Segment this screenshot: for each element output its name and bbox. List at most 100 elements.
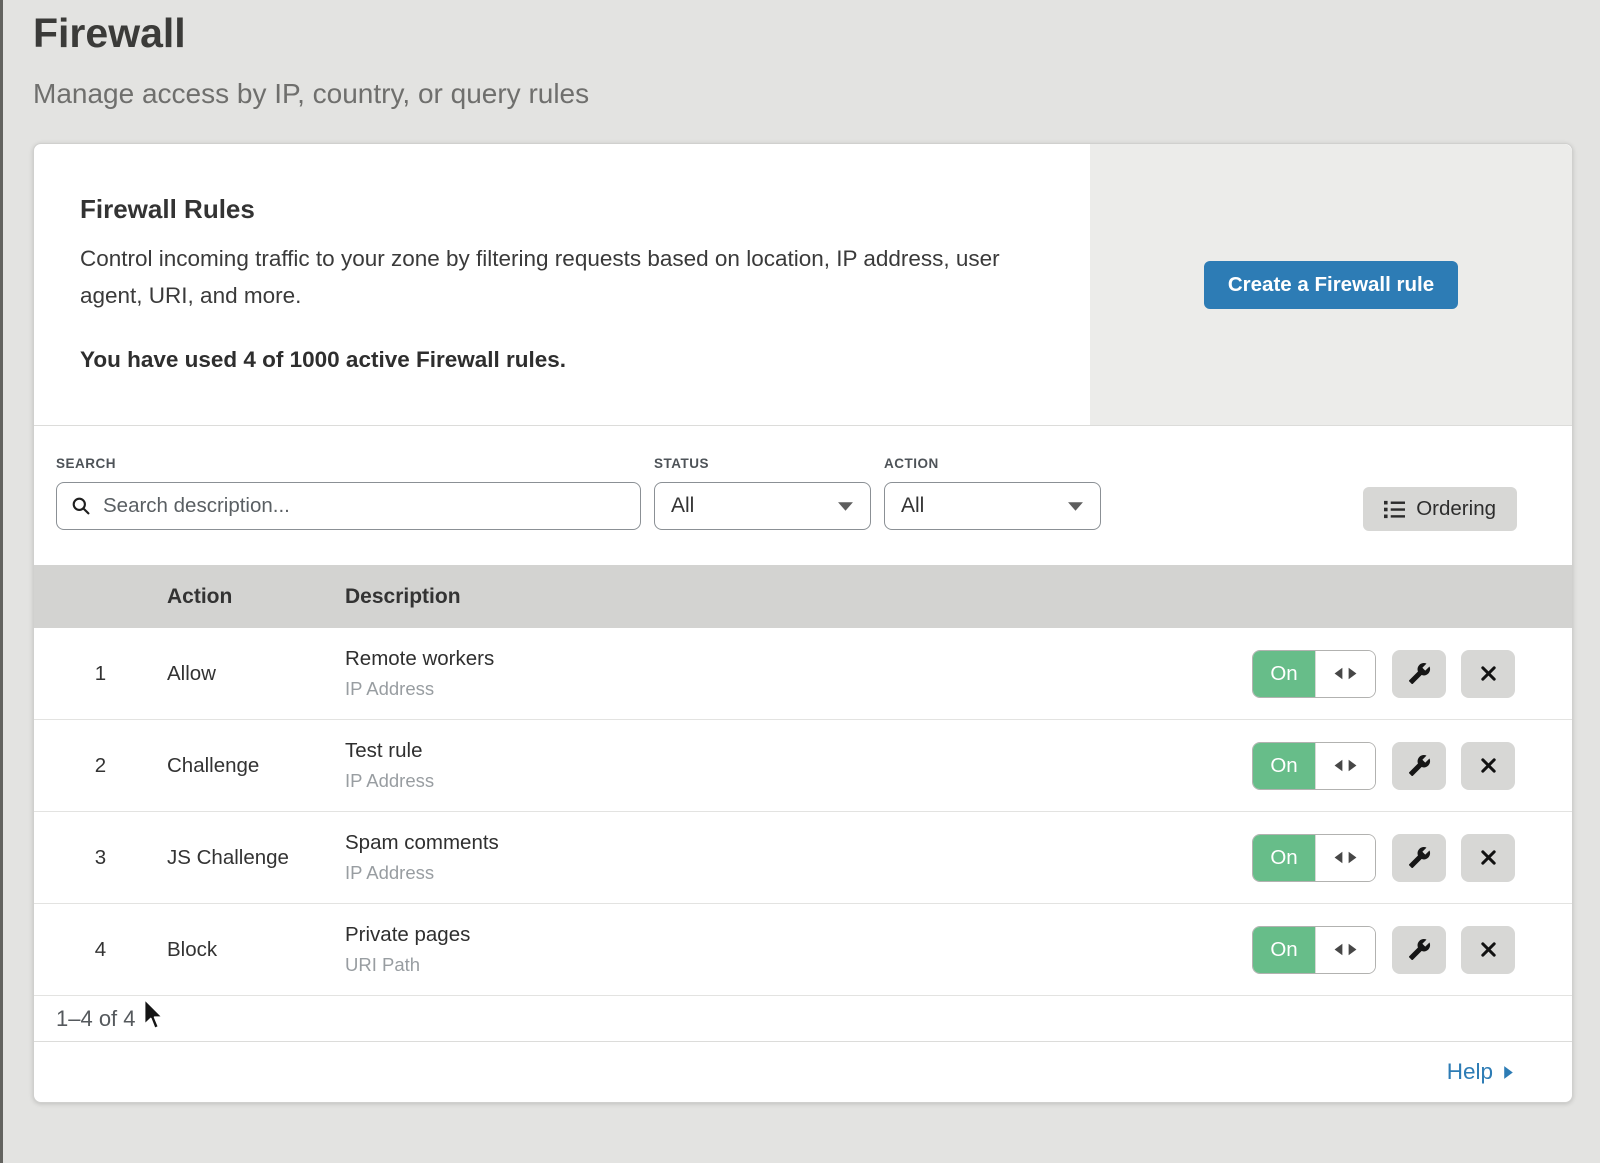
rules-summary-section: Firewall Rules Control incoming traffic … (34, 144, 1572, 426)
delete-rule-button[interactable] (1461, 742, 1515, 790)
close-icon (1478, 663, 1499, 684)
chevron-down-icon (1067, 501, 1084, 512)
action-column-header: Action (167, 585, 345, 609)
action-filter-group: ACTION All (884, 456, 1101, 530)
left-right-arrows-icon (1333, 666, 1358, 681)
rule-action: JS Challenge (167, 846, 345, 870)
rule-action: Challenge (167, 754, 345, 778)
arrow-right-icon (1503, 1065, 1514, 1080)
table-row: 1 Allow Remote workers IP Address On (34, 628, 1572, 720)
rule-action: Allow (167, 662, 345, 686)
rule-enabled-toggle[interactable]: On (1252, 742, 1376, 790)
rule-controls: On (1252, 650, 1572, 698)
rules-summary-text: Firewall Rules Control incoming traffic … (34, 144, 1090, 425)
edit-rule-button[interactable] (1392, 650, 1446, 698)
toggle-on-label: On (1253, 927, 1315, 973)
rule-description-cell: Remote workers IP Address (345, 647, 1252, 700)
wrench-icon (1408, 754, 1431, 777)
status-label: STATUS (654, 456, 871, 471)
help-row: Help (34, 1041, 1572, 1102)
toggle-handle[interactable] (1315, 743, 1375, 789)
rules-table-body: 1 Allow Remote workers IP Address On (34, 628, 1572, 996)
left-right-arrows-icon (1333, 758, 1358, 773)
delete-rule-button[interactable] (1461, 926, 1515, 974)
close-icon (1478, 939, 1499, 960)
rule-action: Block (167, 938, 345, 962)
firewall-rules-card: Firewall Rules Control incoming traffic … (33, 143, 1573, 1103)
help-link[interactable]: Help (1447, 1059, 1514, 1085)
rule-controls: On (1252, 926, 1572, 974)
action-select[interactable]: All (884, 482, 1101, 530)
mouse-cursor-icon (141, 998, 165, 1032)
page-header: Firewall Manage access by IP, country, o… (0, 0, 1600, 110)
pagination-row: 1–4 of 4 (34, 996, 1572, 1041)
wrench-icon (1408, 662, 1431, 685)
rule-priority: 1 (34, 662, 167, 686)
help-link-label: Help (1447, 1059, 1493, 1085)
toggle-handle[interactable] (1315, 835, 1375, 881)
toggle-handle[interactable] (1315, 651, 1375, 697)
left-right-arrows-icon (1333, 850, 1358, 865)
rule-enabled-toggle[interactable]: On (1252, 834, 1376, 882)
create-rule-panel: Create a Firewall rule (1090, 144, 1572, 425)
close-icon (1478, 755, 1499, 776)
table-row: 3 JS Challenge Spam comments IP Address … (34, 812, 1572, 904)
page-subtitle: Manage access by IP, country, or query r… (33, 78, 1600, 110)
rule-match-type: IP Address (345, 862, 1252, 884)
rule-controls: On (1252, 742, 1572, 790)
rule-priority: 4 (34, 938, 167, 962)
status-select[interactable]: All (654, 482, 871, 530)
delete-rule-button[interactable] (1461, 650, 1515, 698)
edit-rule-button[interactable] (1392, 834, 1446, 882)
rule-description: Private pages (345, 923, 1252, 947)
rule-description-cell: Spam comments IP Address (345, 831, 1252, 884)
rule-match-type: IP Address (345, 770, 1252, 792)
rules-heading: Firewall Rules (80, 194, 1030, 225)
rule-enabled-toggle[interactable]: On (1252, 650, 1376, 698)
pagination-text: 1–4 of 4 (56, 1006, 136, 1032)
wrench-icon (1408, 938, 1431, 961)
edit-rule-button[interactable] (1392, 742, 1446, 790)
rule-priority: 3 (34, 846, 167, 870)
table-row: 4 Block Private pages URI Path On (34, 904, 1572, 996)
delete-rule-button[interactable] (1461, 834, 1515, 882)
status-filter-group: STATUS All (654, 456, 871, 530)
close-icon (1478, 847, 1499, 868)
rules-table-header: Action Description (34, 565, 1572, 628)
edit-rule-button[interactable] (1392, 926, 1446, 974)
action-label: ACTION (884, 456, 1101, 471)
status-select-value: All (671, 494, 694, 518)
window-left-edge (0, 0, 3, 1163)
rule-description: Remote workers (345, 647, 1252, 671)
rule-description: Test rule (345, 739, 1252, 763)
table-row: 2 Challenge Test rule IP Address On (34, 720, 1572, 812)
toggle-on-label: On (1253, 651, 1315, 697)
rule-match-type: IP Address (345, 678, 1252, 700)
rule-controls: On (1252, 834, 1572, 882)
description-column-header: Description (345, 585, 1572, 609)
page-title: Firewall (33, 9, 1600, 57)
action-select-value: All (901, 494, 924, 518)
wrench-icon (1408, 846, 1431, 869)
rule-match-type: URI Path (345, 954, 1252, 976)
filters-bar: SEARCH STATUS All ACTION All (34, 426, 1572, 565)
rule-priority: 2 (34, 754, 167, 778)
ordering-button-label: Ordering (1416, 497, 1496, 521)
search-filter-group: SEARCH (56, 456, 641, 530)
toggle-on-label: On (1253, 743, 1315, 789)
search-input[interactable] (101, 493, 626, 519)
ordering-button[interactable]: Ordering (1363, 487, 1517, 531)
chevron-down-icon (837, 501, 854, 512)
ordered-list-icon (1384, 500, 1405, 519)
toggle-handle[interactable] (1315, 927, 1375, 973)
toggle-on-label: On (1253, 835, 1315, 881)
rule-description: Spam comments (345, 831, 1252, 855)
rules-description: Control incoming traffic to your zone by… (80, 240, 1030, 314)
rule-description-cell: Private pages URI Path (345, 923, 1252, 976)
left-right-arrows-icon (1333, 942, 1358, 957)
rule-enabled-toggle[interactable]: On (1252, 926, 1376, 974)
create-firewall-rule-button[interactable]: Create a Firewall rule (1204, 261, 1458, 309)
rule-description-cell: Test rule IP Address (345, 739, 1252, 792)
search-icon (71, 496, 91, 516)
search-field-container (56, 482, 641, 530)
